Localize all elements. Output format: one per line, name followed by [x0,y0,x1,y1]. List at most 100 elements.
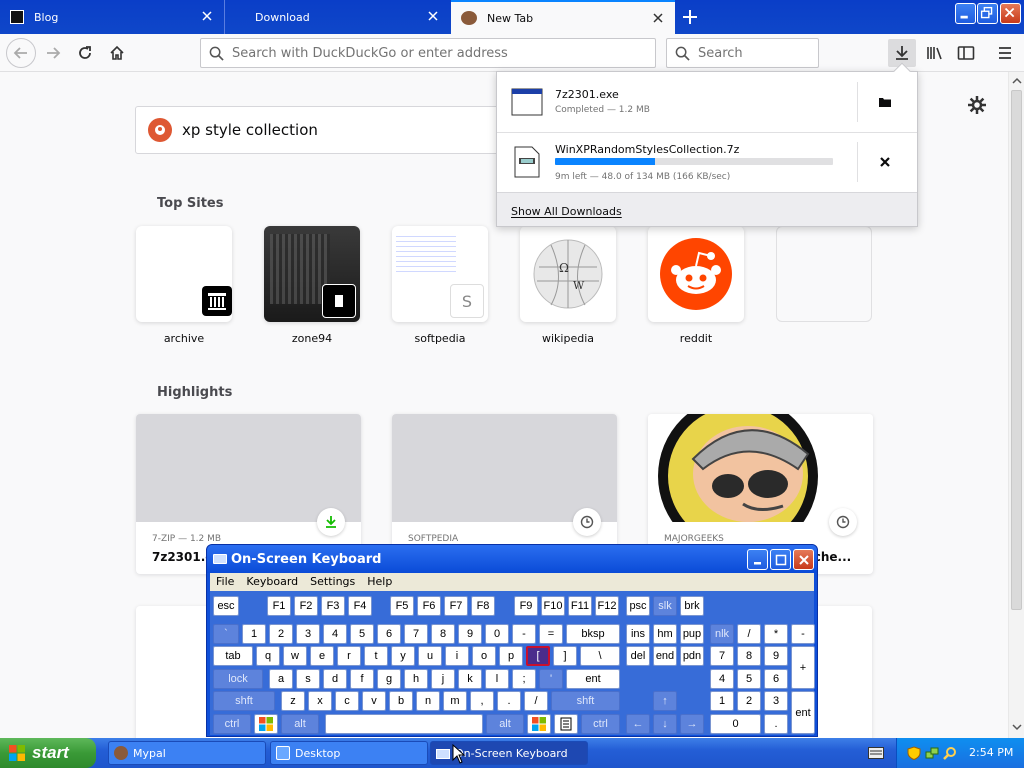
new-tab-plus-icon[interactable] [678,6,702,28]
key-t[interactable]: t [364,646,388,666]
key-left-alt[interactable]: alt [281,714,319,734]
key-x[interactable]: x [308,691,332,711]
key-grave[interactable]: ` [213,624,239,644]
restore-button[interactable] [977,3,998,24]
key-f7[interactable]: F7 [444,596,468,616]
key-g[interactable]: g [377,669,401,689]
key-delete[interactable]: del [626,646,650,666]
key-numpad-5[interactable]: 5 [737,669,761,689]
keyboard-tray-icon[interactable] [868,747,884,759]
key-backslash[interactable]: \ [580,646,620,666]
key-left-shift[interactable]: shft [213,691,275,711]
key-slk[interactable]: slk [653,596,677,616]
key-l[interactable]: l [485,669,509,689]
key-period[interactable]: . [497,691,521,711]
key-w[interactable]: w [283,646,307,666]
key-numpad-6[interactable]: 6 [764,669,788,689]
key-c[interactable]: c [335,691,359,711]
key-a[interactable]: a [269,669,293,689]
key-esc[interactable]: esc [213,596,239,616]
search-tray-icon[interactable] [943,746,957,760]
key-5[interactable]: 5 [350,624,374,644]
key-v[interactable]: v [362,691,386,711]
key-enter[interactable]: ent [566,669,620,689]
key-f12[interactable]: F12 [595,596,619,616]
key-p[interactable]: p [499,646,523,666]
key-f6[interactable]: F6 [417,596,441,616]
key-0[interactable]: 0 [485,624,509,644]
home-button[interactable] [104,40,130,66]
tab-blog[interactable]: Blog [0,0,225,34]
key-7[interactable]: 7 [404,624,428,644]
key-numpad-2[interactable]: 2 [737,691,761,711]
osk-maximize-button[interactable] [770,549,791,570]
key-r[interactable]: r [337,646,361,666]
key-m[interactable]: m [443,691,467,711]
key-h[interactable]: h [404,669,428,689]
key-numpad-1[interactable]: 1 [710,691,734,711]
cancel-download-button[interactable] [875,152,895,172]
top-site-wikipedia[interactable]: ΩW wikipedia [520,226,616,345]
key-left-ctrl[interactable]: ctrl [213,714,251,734]
key-8[interactable]: 8 [431,624,455,644]
taskbar-item-desktop[interactable]: Desktop [270,741,428,765]
key-z[interactable]: z [281,691,305,711]
key-psc[interactable]: psc [626,596,650,616]
key-n[interactable]: n [416,691,440,711]
key-semicolon[interactable]: ; [512,669,536,689]
osk-close-button[interactable] [793,549,814,570]
key-f3[interactable]: F3 [321,596,345,616]
key-f10[interactable]: F10 [541,596,565,616]
key-num-lock[interactable]: nlk [710,624,734,644]
key-page-down[interactable]: pdn [680,646,704,666]
key-backspace[interactable]: bksp [566,624,620,644]
key-tab[interactable]: tab [213,646,253,666]
key-y[interactable]: y [391,646,415,666]
menu-settings[interactable]: Settings [310,575,355,588]
key-e[interactable]: e [310,646,334,666]
back-button[interactable] [6,38,36,68]
key-home[interactable]: hm [653,624,677,644]
key-o[interactable]: o [472,646,496,666]
minimize-button[interactable] [955,3,976,24]
key-caps-lock[interactable]: lock [213,669,263,689]
menu-keyboard[interactable]: Keyboard [246,575,298,588]
key-f[interactable]: f [350,669,374,689]
osk-titlebar[interactable]: On-Screen Keyboard [207,545,817,573]
key-numpad-9[interactable]: 9 [764,646,788,666]
key-page-up[interactable]: pup [680,624,704,644]
key-numpad-7[interactable]: 7 [710,646,734,666]
key-numpad-minus[interactable]: - [791,624,815,644]
key-numpad-8[interactable]: 8 [737,646,761,666]
key-left-bracket[interactable]: [ [526,646,550,666]
key-application[interactable] [554,714,578,734]
reload-button[interactable] [72,40,98,66]
key-4[interactable]: 4 [323,624,347,644]
key-right-windows[interactable] [527,714,551,734]
key-arrow-left[interactable]: ← [626,714,650,734]
key-s[interactable]: s [296,669,320,689]
key-right-ctrl[interactable]: ctrl [581,714,620,734]
key-arrow-up[interactable]: ↑ [653,691,677,711]
key-i[interactable]: i [445,646,469,666]
key-slash[interactable]: / [524,691,548,711]
search-bar[interactable]: Search [666,38,819,68]
newtab-search-input[interactable]: xp style collection [135,106,535,154]
key-k[interactable]: k [458,669,482,689]
close-tab-icon[interactable] [651,11,665,25]
key-f9[interactable]: F9 [514,596,538,616]
key-brk[interactable]: brk [680,596,704,616]
key-u[interactable]: u [418,646,442,666]
key-right-shift[interactable]: shft [551,691,620,711]
key-numpad-enter[interactable]: ent [791,691,815,734]
key-right-alt[interactable]: alt [486,714,524,734]
key-d[interactable]: d [323,669,347,689]
key-arrow-down[interactable]: ↓ [653,714,677,734]
key-f4[interactable]: F4 [348,596,372,616]
top-site-reddit[interactable]: reddit [648,226,744,345]
forward-button[interactable] [40,40,66,66]
key-numpad-0[interactable]: 0 [710,714,761,734]
key-insert[interactable]: ins [626,624,650,644]
gear-icon[interactable] [966,94,988,116]
scroll-thumb[interactable] [1011,90,1022,610]
